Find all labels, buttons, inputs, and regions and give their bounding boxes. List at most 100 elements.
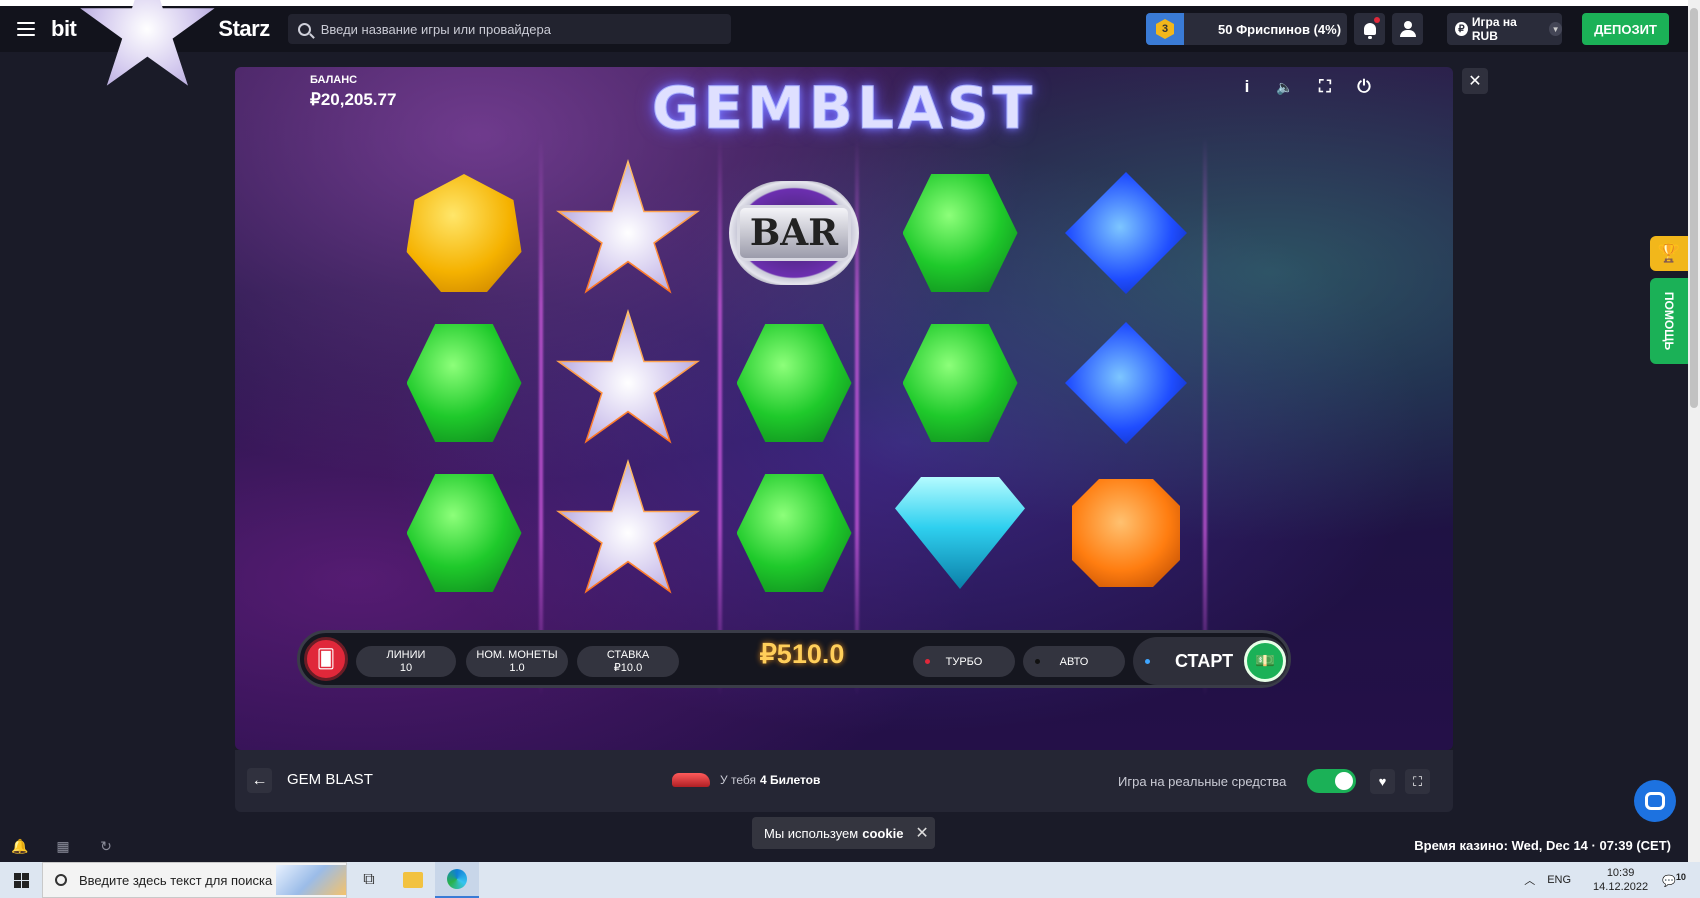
green-hexagon-gem: [729, 318, 859, 448]
trophy-icon[interactable]: 🏆: [1650, 236, 1688, 271]
cards-icon[interactable]: 🂠: [304, 637, 348, 681]
tickets-prefix: У тебя: [720, 773, 756, 787]
search-icon: [297, 22, 311, 36]
bell-icon: [1363, 23, 1376, 39]
taskbar-search-placeholder: Введите здесь текст для поиска: [79, 872, 273, 888]
clock-date: 14.12.2022: [1593, 881, 1649, 893]
coin-label: НОМ. МОНЕТЫ: [476, 649, 558, 661]
refresh-icon[interactable]: ↻: [96, 836, 116, 856]
freespins-button[interactable]: 3 50 Фриспинов (4%): [1146, 13, 1347, 45]
clock-time: 10:39: [1606, 867, 1635, 879]
blue-square-gem: [1061, 168, 1191, 298]
close-icon[interactable]: ✕: [1462, 68, 1488, 94]
bet-selector[interactable]: СТАВКА ₽10.0: [577, 646, 679, 677]
ruble-icon: ₽: [1455, 22, 1468, 36]
start-button[interactable]: СТАРТ 💵: [1133, 637, 1288, 685]
search-highlight-image: [276, 865, 346, 895]
user-icon: [1399, 21, 1416, 37]
page-scrollbar[interactable]: [1688, 0, 1700, 862]
game-frame[interactable]: БАЛАНС ₽20,205.77 GEMBLAST i 🔈 ⛶ ⏻ BAR 🂠…: [235, 67, 1453, 750]
menu-icon[interactable]: [17, 22, 35, 36]
green-hexagon-gem: [895, 318, 1025, 448]
green-hexagon-gem: [399, 318, 529, 448]
language-indicator[interactable]: ENG: [1547, 874, 1571, 886]
currency-selector[interactable]: ₽ Игра на RUB ▼: [1447, 13, 1562, 45]
back-arrow-icon[interactable]: ←: [247, 768, 272, 793]
bell-outline-icon[interactable]: 🔔: [10, 836, 30, 856]
system-tray: ︿ ENG 10:39 14.12.2022 💬10: [1524, 862, 1700, 898]
auto-indicator: [1035, 659, 1040, 664]
start-indicator: [1145, 658, 1150, 664]
windows-taskbar: Введите здесь текст для поиска ⧉ ︿ ENG 1…: [0, 862, 1700, 898]
help-label: ПОМОЩЬ: [1662, 291, 1676, 351]
notification-center-icon[interactable]: 💬10: [1662, 872, 1686, 888]
top-navigation: bit ★ Starz: [0, 0, 1688, 86]
info-icon[interactable]: i: [1235, 75, 1259, 99]
casino-time: Время казино: Wed, Dec 14 · 07:39 (CET): [1414, 838, 1671, 853]
bet-value: ₽10.0: [613, 662, 643, 674]
yellow-hexagon-gem: [399, 168, 529, 298]
game-info-bar: ← GEM BLAST У тебя 4 Билетов Игра на реа…: [235, 750, 1453, 812]
cyan-diamond-gem: [895, 468, 1025, 598]
game-logo: GEMBLAST: [651, 74, 1037, 143]
lines-label: ЛИНИИ: [386, 649, 426, 661]
logo-text-right: Starz: [218, 16, 270, 41]
game-control-bar: 🂠 ЛИНИИ 10 НОМ. МОНЕТЫ 1.0 СТАВКА ₽10.0 …: [297, 630, 1291, 688]
close-icon[interactable]: ✕: [915, 823, 928, 843]
auto-label: АВТО: [1059, 655, 1089, 668]
profile-button[interactable]: [1392, 13, 1423, 45]
fullscreen-icon[interactable]: ⛶: [1313, 75, 1337, 99]
reel-divider: [1203, 137, 1207, 697]
reel-divider: [539, 137, 543, 697]
browser-page: bit ★ Starz 3 50 Фриспинов (4%) ₽ Игра н…: [0, 0, 1688, 862]
reel-divider: [718, 137, 722, 697]
windows-start-icon[interactable]: [0, 862, 42, 898]
real-money-label: Игра на реальные средства: [1118, 774, 1287, 789]
game-search[interactable]: [287, 14, 731, 44]
win-amount: ₽510.0: [759, 639, 845, 669]
chevron-down-icon: ▼: [1549, 22, 1562, 36]
tickets-count: 4 Билетов: [759, 773, 821, 787]
level-number: 3: [1156, 19, 1174, 39]
expand-icon[interactable]: ⛶: [1405, 769, 1430, 794]
star-symbol: [556, 309, 700, 448]
notifications-button[interactable]: [1354, 13, 1385, 45]
auto-button[interactable]: АВТО: [1023, 646, 1125, 677]
bar-text: BAR: [736, 205, 852, 261]
cookie-bold: cookie: [862, 825, 904, 841]
notification-count: 10: [1675, 872, 1686, 883]
sound-icon[interactable]: 🔈: [1273, 75, 1297, 99]
level-badge: 3: [1146, 13, 1184, 45]
coin-value-selector[interactable]: НОМ. МОНЕТЫ 1.0: [466, 646, 568, 677]
lines-selector[interactable]: ЛИНИИ 10: [356, 646, 456, 677]
green-hexagon-gem: [729, 468, 859, 598]
money-icon: 💵: [1244, 640, 1286, 682]
star-symbol: [556, 459, 700, 598]
currency-label: Игра на RUB: [1471, 15, 1517, 43]
real-money-toggle[interactable]: [1307, 769, 1356, 793]
file-explorer-icon[interactable]: [391, 862, 435, 898]
taskbar-search[interactable]: Введите здесь текст для поиска: [42, 862, 347, 898]
tickets-info: У тебя 4 Билетов: [672, 773, 820, 787]
star-symbol: [556, 159, 700, 298]
green-hexagon-gem: [399, 468, 529, 598]
cookie-notice: Мы используем cookie ✕: [752, 817, 935, 849]
heart-icon[interactable]: ♥: [1370, 769, 1395, 794]
edge-browser-icon[interactable]: [435, 862, 479, 898]
help-tab[interactable]: ПОМОЩЬ: [1650, 278, 1688, 364]
chat-icon[interactable]: [1634, 780, 1676, 822]
power-icon[interactable]: ⏻: [1352, 75, 1376, 99]
chevron-up-icon[interactable]: ︿: [1524, 872, 1535, 888]
start-label: СТАРТ: [1175, 650, 1234, 671]
slot-reels: BAR: [395, 137, 1295, 697]
bar-symbol: BAR: [729, 168, 859, 298]
deposit-button[interactable]: ДЕПОЗИТ: [1582, 13, 1669, 45]
search-input[interactable]: [320, 21, 701, 37]
turbo-button[interactable]: ТУРБО: [913, 646, 1015, 677]
logo-star-icon: ★: [80, 0, 215, 86]
taskbar-clock[interactable]: 10:39 14.12.2022: [1593, 866, 1648, 894]
calculator-icon[interactable]: ▦: [53, 836, 73, 856]
task-view-icon[interactable]: ⧉: [347, 862, 391, 898]
orange-octagon-gem: [1061, 468, 1191, 598]
blue-square-gem: [1061, 318, 1191, 448]
